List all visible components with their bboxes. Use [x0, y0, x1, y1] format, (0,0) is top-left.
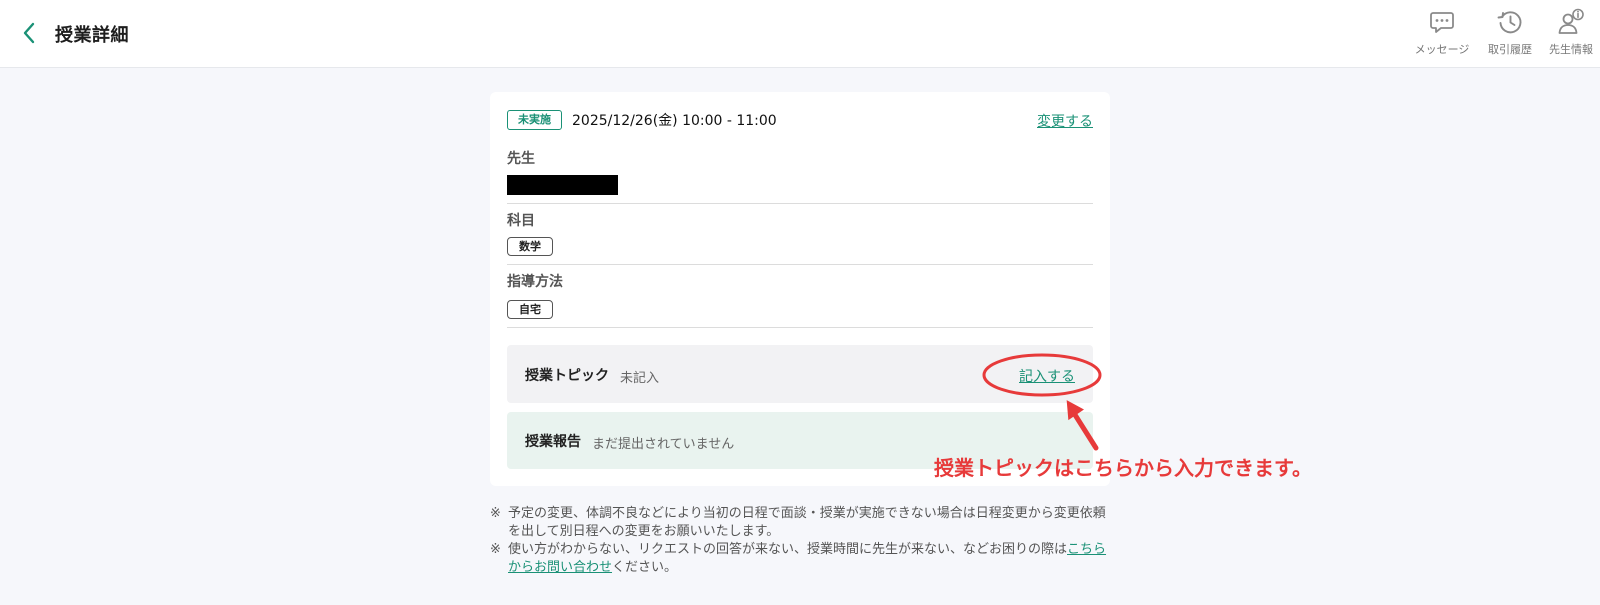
divider [507, 327, 1093, 328]
teacher-label: 先生 [507, 151, 535, 167]
history-label: 取引履歴 [1488, 43, 1532, 56]
note-text-pre: 使い方がわからない、リクエストの回答が来ない、授業時間に先生が来ない、などお困り… [508, 542, 1068, 557]
divider [507, 264, 1093, 265]
note-text-post: ください。 [612, 560, 678, 575]
lesson-schedule-row: 未実施 2025/12/26(金) 10:00 - 11:00 [507, 110, 777, 130]
back-button[interactable] [17, 20, 41, 46]
annotation-ellipse [982, 353, 1102, 397]
note-item: ※ 予定の変更、体調不良などにより当初の日程で面談・授業が実施できない場合は日程… [490, 505, 1110, 541]
teacher-name-redacted [507, 175, 618, 195]
note-item: ※ 使い方がわからない、リクエストの回答が来ない、授業時間に先生が来ない、などお… [490, 541, 1110, 577]
divider [507, 203, 1093, 204]
chevron-left-icon [23, 22, 35, 44]
message-button[interactable]: メッセージ [1412, 8, 1472, 60]
lesson-detail-card: 未実施 2025/12/26(金) 10:00 - 11:00 変更する 先生 … [490, 92, 1110, 486]
message-label: メッセージ [1414, 43, 1470, 56]
history-button[interactable]: 取引履歴 [1480, 8, 1540, 60]
note-text: 予定の変更、体調不良などにより当初の日程で面談・授業が実施できない場合は日程変更… [508, 506, 1106, 539]
teacher-info-label: 先生情報 [1549, 43, 1593, 56]
topic-status: 未記入 [620, 371, 660, 386]
teacher-info-button[interactable]: 先生情報 [1545, 8, 1597, 60]
annotation-arrow [1066, 400, 1099, 451]
report-status: まだ提出されていません [592, 437, 735, 452]
notes-section: ※ 予定の変更、体調不良などにより当初の日程で面談・授業が実施できない場合は日程… [490, 505, 1110, 577]
annotation-text: 授業トピックはこちらから入力できます。 [934, 456, 1312, 480]
change-schedule-link[interactable]: 変更する [1037, 111, 1093, 131]
method-badge: 自宅 [507, 300, 553, 319]
note-mark: ※ [490, 506, 501, 521]
method-label: 指導方法 [507, 274, 563, 290]
note-text: 使い方がわからない、リクエストの回答が来ない、授業時間に先生が来ない、などお困り… [508, 541, 1110, 577]
subject-label: 科目 [507, 213, 535, 229]
history-icon [1497, 11, 1522, 34]
note-mark: ※ [490, 542, 501, 557]
report-title: 授業報告 [525, 434, 581, 450]
message-icon [1430, 12, 1454, 33]
status-badge: 未実施 [507, 110, 562, 130]
subject-badge: 数学 [507, 237, 553, 256]
app-header: 授業詳細 メッセージ 取引履歴 先生情報 [0, 0, 1600, 68]
page-title: 授業詳細 [55, 25, 129, 46]
lesson-datetime: 2025/12/26(金) 10:00 - 11:00 [572, 113, 777, 129]
topic-title: 授業トピック [525, 368, 609, 384]
teacher-info-icon [1558, 8, 1584, 34]
